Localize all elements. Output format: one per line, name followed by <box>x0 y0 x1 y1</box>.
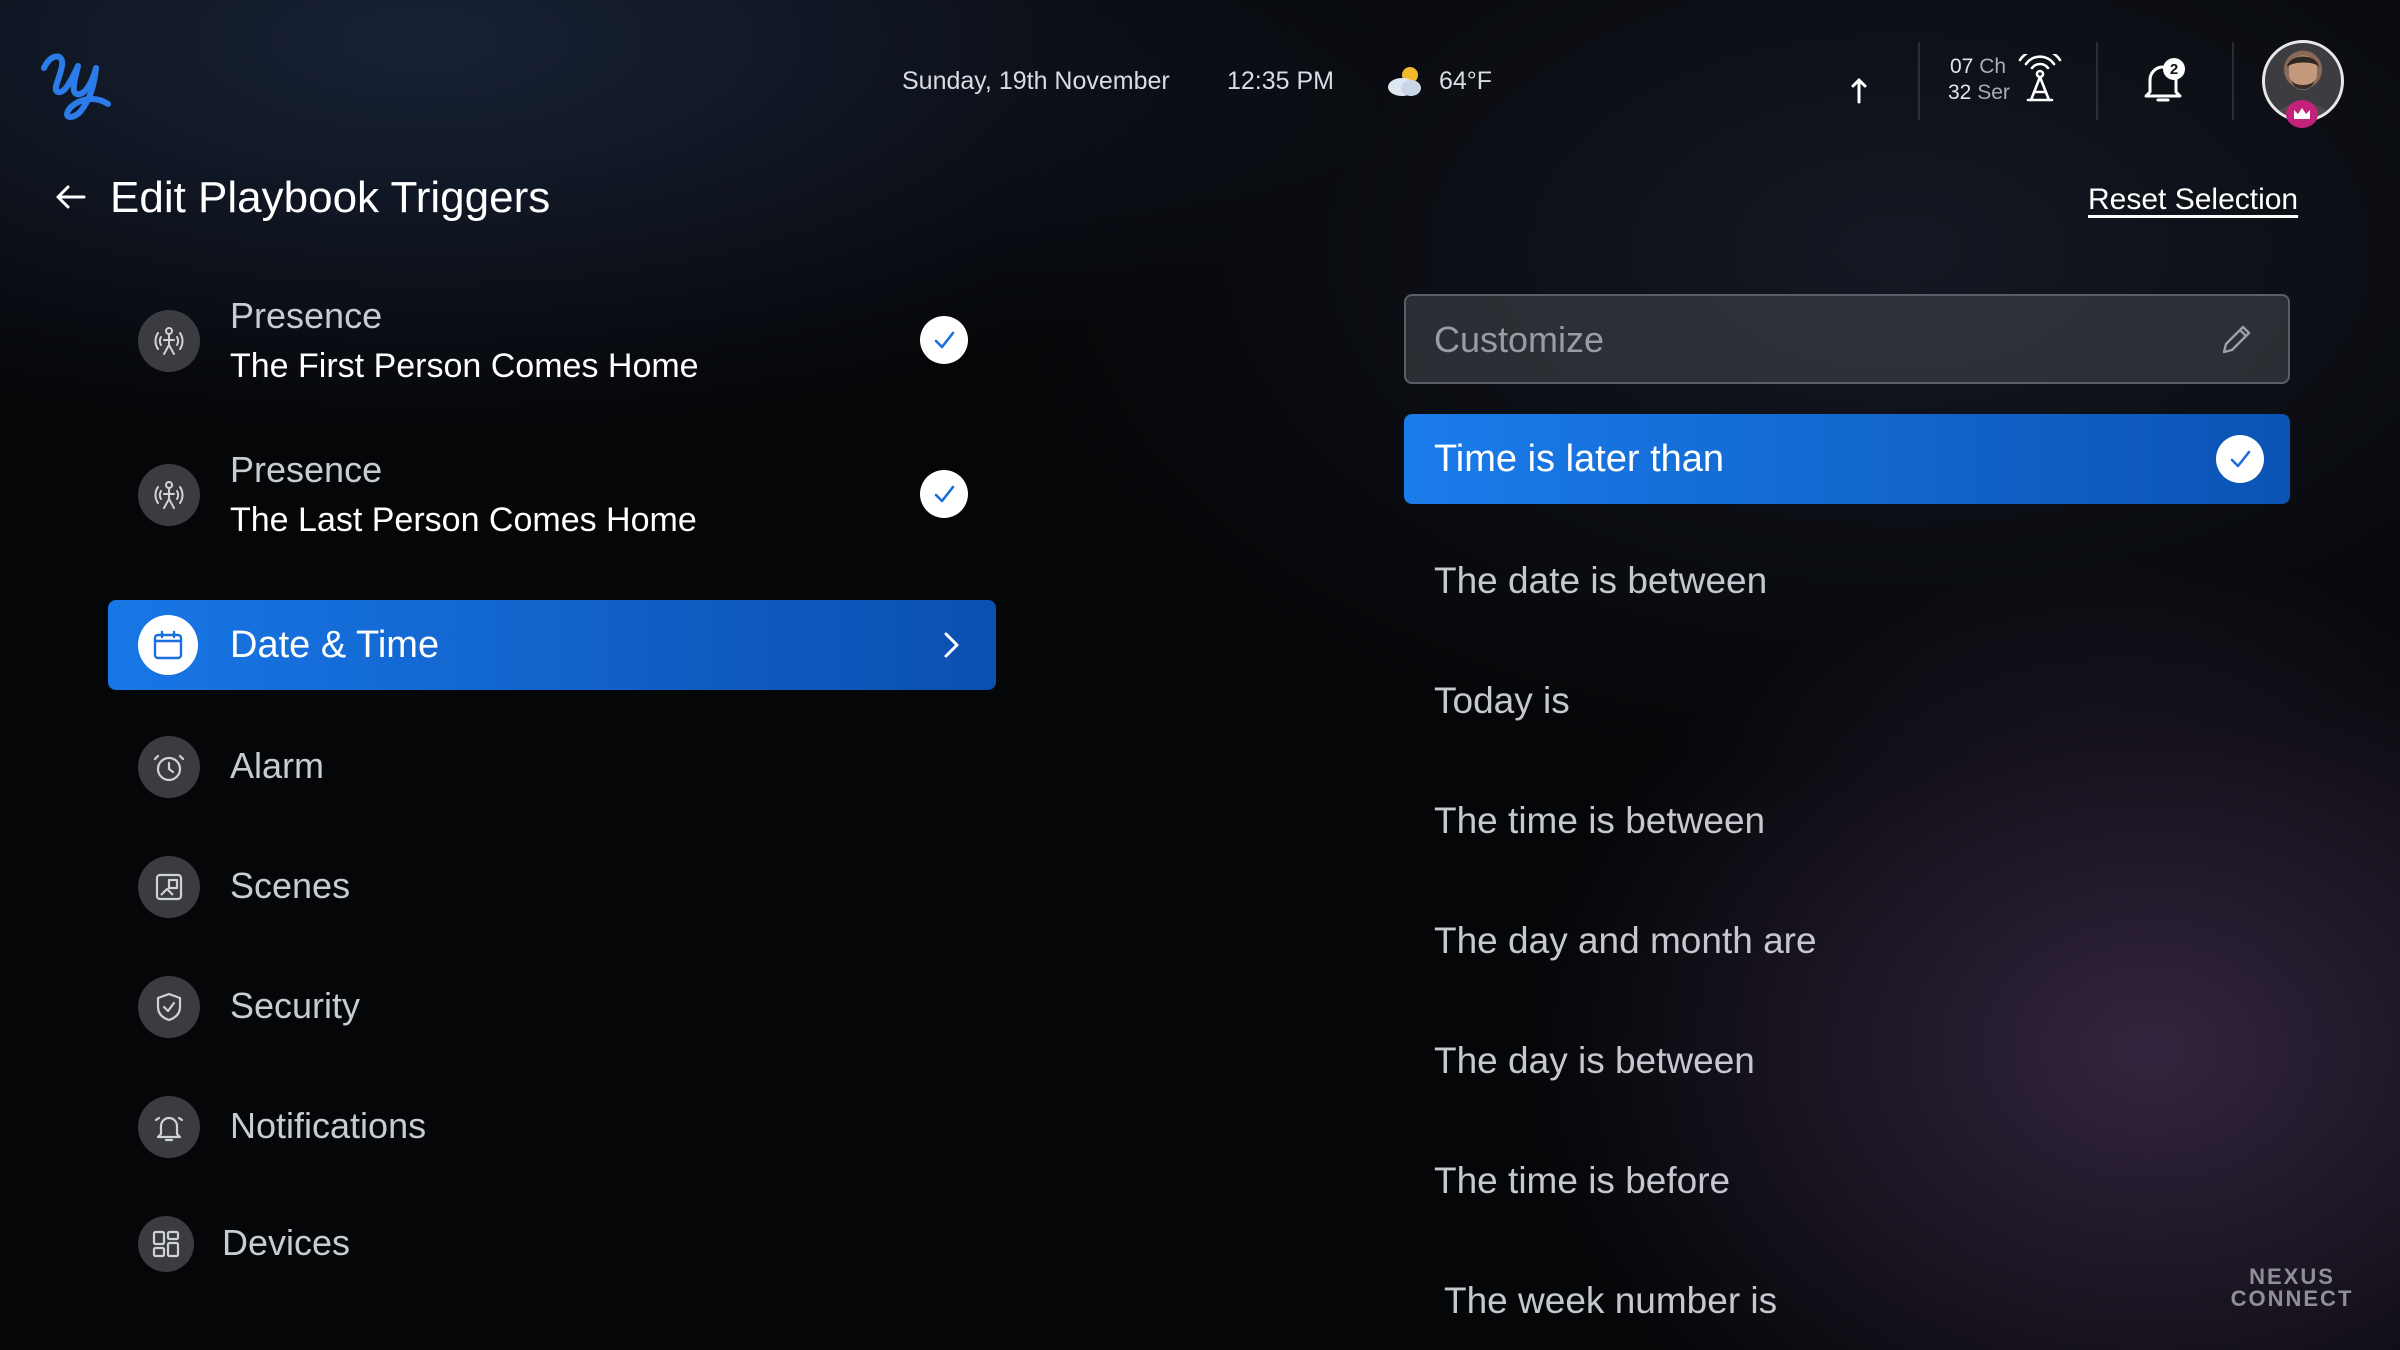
app-logo[interactable] <box>36 40 116 126</box>
trigger-notifications[interactable]: Notifications <box>108 1096 996 1158</box>
header-time: 12:35 PM <box>1227 67 1335 95</box>
customize-input[interactable] <box>1434 314 2194 366</box>
checkmark-icon <box>920 316 968 364</box>
trigger-alarm[interactable]: Alarm <box>108 736 996 798</box>
header-temperature: 64°F <box>1439 67 1493 95</box>
trigger-alarm-label: Alarm <box>230 745 325 786</box>
option-day-between[interactable]: The day is between <box>1434 1038 1755 1084</box>
checkmark-icon <box>2216 435 2264 483</box>
back-arrow-icon[interactable] <box>54 183 88 211</box>
option-day-month-are[interactable]: The day and month are <box>1434 918 1817 964</box>
notification-badge: 2 <box>2163 58 2185 80</box>
option-week-number[interactable]: The week number is <box>1444 1278 1777 1324</box>
trigger-presence-first[interactable]: Presence The First Person Comes Home <box>108 290 996 400</box>
nexus-connect-logo: NEXUS CONNECT <box>2226 1264 2358 1311</box>
option-time-between[interactable]: The time is between <box>1434 798 1765 844</box>
trigger-devices[interactable]: Devices <box>108 1216 996 1278</box>
trigger-date-time[interactable]: Date & Time <box>108 600 996 690</box>
header-divider <box>2096 42 2098 120</box>
checkmark-icon <box>920 470 968 518</box>
service-count-value: 32 <box>1948 81 1972 104</box>
header-date: Sunday, 19th November <box>902 67 1170 95</box>
trigger-date-time-label: Date & Time <box>230 624 440 666</box>
pencil-icon[interactable] <box>2216 320 2256 360</box>
option-date-between[interactable]: The date is between <box>1434 558 1767 604</box>
partly-cloudy-icon <box>1385 64 1425 98</box>
service-count: 32 Ser <box>1948 80 2010 106</box>
trigger-scenes[interactable]: Scenes <box>108 856 996 918</box>
option-time-before[interactable]: The time is before <box>1434 1158 1730 1204</box>
option-time-later-than[interactable]: Time is later than <box>1404 414 2290 504</box>
reset-selection-link[interactable]: Reset Selection <box>2088 180 2298 220</box>
calendar-icon <box>138 615 198 675</box>
option-today-is[interactable]: Today is <box>1434 678 1570 724</box>
trigger-devices-label: Devices <box>222 1222 351 1263</box>
alarm-clock-icon <box>138 736 200 798</box>
trigger-security[interactable]: Security <box>108 976 996 1038</box>
shield-icon <box>138 976 200 1038</box>
service-count-unit: Ser <box>1977 81 2010 104</box>
devices-grid-icon <box>138 1216 194 1272</box>
svg-text:CONNECT: CONNECT <box>2231 1286 2354 1310</box>
trigger-category-label: Presence <box>230 295 383 336</box>
trigger-presence-last[interactable]: Presence The Last Person Comes Home <box>108 444 996 554</box>
header-divider <box>2232 42 2234 120</box>
channel-count-value: 07 <box>1950 55 1974 78</box>
header-divider <box>1918 42 1920 120</box>
crown-icon <box>2286 100 2318 128</box>
channel-count-unit: Ch <box>1979 55 2007 78</box>
trigger-notifications-label: Notifications <box>230 1105 427 1146</box>
page-title: Edit Playbook Triggers <box>110 173 551 222</box>
antenna-icon[interactable] <box>2016 47 2064 104</box>
trigger-scenes-label: Scenes <box>230 865 351 906</box>
customize-field[interactable] <box>1404 294 2290 384</box>
bell-icon <box>138 1096 200 1158</box>
scenes-icon <box>138 856 200 918</box>
presence-icon <box>138 464 200 526</box>
presence-icon <box>138 310 200 372</box>
option-label: Time is later than <box>1434 438 1725 480</box>
trigger-detail-label: The First Person Comes Home <box>230 347 699 385</box>
trigger-category-label: Presence <box>230 449 383 490</box>
trigger-detail-label: The Last Person Comes Home <box>230 501 697 539</box>
channel-count: 07 Ch <box>1950 54 2006 80</box>
chevron-right-icon <box>940 630 964 660</box>
trigger-security-label: Security <box>230 985 361 1026</box>
upload-icon[interactable] <box>1848 72 1870 106</box>
